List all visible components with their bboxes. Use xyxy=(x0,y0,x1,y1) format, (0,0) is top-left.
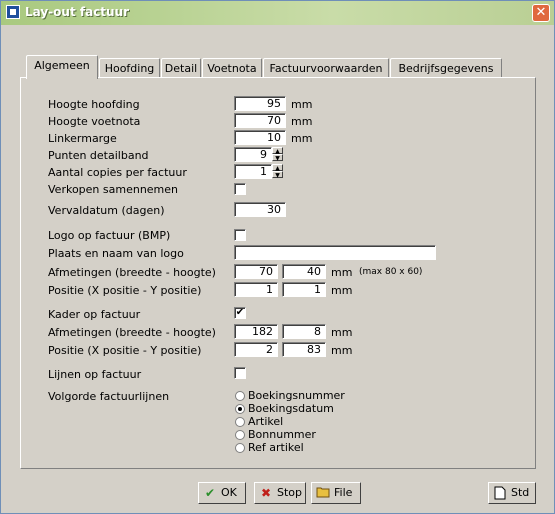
radio-bonnummer[interactable] xyxy=(235,430,245,440)
kader-positie-unit: mm xyxy=(331,344,353,357)
logo-x-input[interactable]: 1 xyxy=(234,282,278,297)
kader-x-input[interactable]: 2 xyxy=(234,342,278,357)
tab-hoofding[interactable]: Hoofding xyxy=(99,58,160,78)
logo-max-note: (max 80 x 60) xyxy=(359,267,423,277)
radio-boekingsdatum-label[interactable]: Boekingsdatum xyxy=(248,402,334,415)
linkermarge-label: Linkermarge xyxy=(48,132,117,145)
tab-algemeen[interactable]: Algemeen xyxy=(26,55,98,79)
plaats-logo-label: Plaats en naam van logo xyxy=(48,247,184,260)
lijnen-op-factuur-checkbox[interactable] xyxy=(234,367,246,379)
kader-breedte-input[interactable]: 182 xyxy=(234,324,278,339)
std-button-label: Std xyxy=(511,486,530,499)
radio-artikel[interactable] xyxy=(235,417,245,427)
logo-y-input[interactable]: 1 xyxy=(282,282,326,297)
window-title: Lay-out factuur xyxy=(25,5,130,19)
close-button[interactable]: ✕ xyxy=(532,4,550,22)
verkopen-samennemen-checkbox[interactable] xyxy=(234,183,246,195)
afmetingen-logo-label: Afmetingen (breedte - hoogte) xyxy=(48,266,216,279)
logo-positie-unit: mm xyxy=(331,284,353,297)
punten-detailband-label: Punten detailband xyxy=(48,149,149,162)
logo-breedte-input[interactable]: 70 xyxy=(234,264,278,279)
punten-detailband-spinner[interactable]: ▲ ▼ xyxy=(272,147,283,162)
afmetingen-kader-label: Afmetingen (breedte - hoogte) xyxy=(48,326,216,339)
app-icon xyxy=(6,5,20,19)
aantal-copies-input[interactable]: 1 xyxy=(234,164,272,179)
folder-icon xyxy=(316,486,330,500)
kader-afmetingen-unit: mm xyxy=(331,326,353,339)
spin-down-icon[interactable]: ▼ xyxy=(272,154,283,162)
lijnen-op-factuur-label: Lijnen op factuur xyxy=(48,368,142,381)
aantal-copies-spinner[interactable]: ▲ ▼ xyxy=(272,164,283,179)
radio-artikel-label[interactable]: Artikel xyxy=(248,415,283,428)
hoogte-voetnota-input[interactable]: 70 xyxy=(234,113,286,128)
stop-button[interactable]: ✖ Stop xyxy=(254,482,306,504)
layout-factuur-window: Lay-out factuur ✕ Algemeen Hoofding Deta… xyxy=(0,0,555,514)
std-button[interactable]: Std xyxy=(488,482,536,504)
radio-bonnummer-label[interactable]: Bonnummer xyxy=(248,428,316,441)
hoogte-voetnota-unit: mm xyxy=(291,115,313,128)
plaats-logo-input[interactable] xyxy=(234,245,436,260)
radio-boekingsdatum[interactable] xyxy=(235,404,245,414)
radio-boekingsnummer-label[interactable]: Boekingsnummer xyxy=(248,389,345,402)
kader-op-factuur-label: Kader op factuur xyxy=(48,308,141,321)
tab-factuurvoorwaarden[interactable]: Factuurvoorwaarden xyxy=(263,58,389,78)
tab-bedrijfsgegevens[interactable]: Bedrijfsgegevens xyxy=(390,58,502,78)
hoogte-hoofding-label: Hoogte hoofding xyxy=(48,98,140,111)
punten-detailband-input[interactable]: 9 xyxy=(234,147,272,162)
tab-detail[interactable]: Detail xyxy=(161,58,201,78)
spin-up-icon[interactable]: ▲ xyxy=(272,147,283,155)
positie-kader-label: Positie (X positie - Y positie) xyxy=(48,344,202,357)
stop-x-icon: ✖ xyxy=(260,486,272,500)
radio-boekingsnummer[interactable] xyxy=(235,391,245,401)
kader-hoogte-input[interactable]: 8 xyxy=(282,324,326,339)
page-icon xyxy=(493,486,507,500)
vervaldatum-label: Vervaldatum (dagen) xyxy=(48,204,165,217)
ok-button-label: OK xyxy=(221,486,237,499)
logo-hoogte-input[interactable]: 40 xyxy=(282,264,326,279)
verkopen-samennemen-label: Verkopen samennemen xyxy=(48,183,179,196)
spin-down-icon[interactable]: ▼ xyxy=(272,171,283,179)
radio-ref-artikel[interactable] xyxy=(235,443,245,453)
vervaldatum-input[interactable]: 30 xyxy=(234,202,286,217)
hoogte-hoofding-input[interactable]: 95 xyxy=(234,96,286,111)
kader-y-input[interactable]: 83 xyxy=(282,342,326,357)
linkermarge-input[interactable]: 10 xyxy=(234,130,286,145)
ok-button[interactable]: ✔ OK xyxy=(198,482,246,504)
file-button-label: File xyxy=(334,486,353,499)
positie-logo-label: Positie (X positie - Y positie) xyxy=(48,284,202,297)
ok-check-icon: ✔ xyxy=(204,486,216,500)
radio-ref-artikel-label[interactable]: Ref artikel xyxy=(248,441,304,454)
linkermarge-unit: mm xyxy=(291,132,313,145)
stop-button-label: Stop xyxy=(277,486,303,499)
title-bar[interactable]: Lay-out factuur ✕ xyxy=(1,1,554,25)
volgorde-label: Volgorde factuurlijnen xyxy=(48,390,170,403)
aantal-copies-label: Aantal copies per factuur xyxy=(48,166,187,179)
hoogte-hoofding-unit: mm xyxy=(291,98,313,111)
file-button[interactable]: File xyxy=(311,482,361,504)
hoogte-voetnota-label: Hoogte voetnota xyxy=(48,115,141,128)
logo-op-factuur-label: Logo op factuur (BMP) xyxy=(48,229,171,242)
tab-voetnota[interactable]: Voetnota xyxy=(202,58,262,78)
logo-afmetingen-unit: mm xyxy=(331,266,353,279)
logo-op-factuur-checkbox[interactable] xyxy=(234,229,246,241)
spin-up-icon[interactable]: ▲ xyxy=(272,164,283,172)
kader-op-factuur-checkbox[interactable]: ✔ xyxy=(234,307,246,319)
